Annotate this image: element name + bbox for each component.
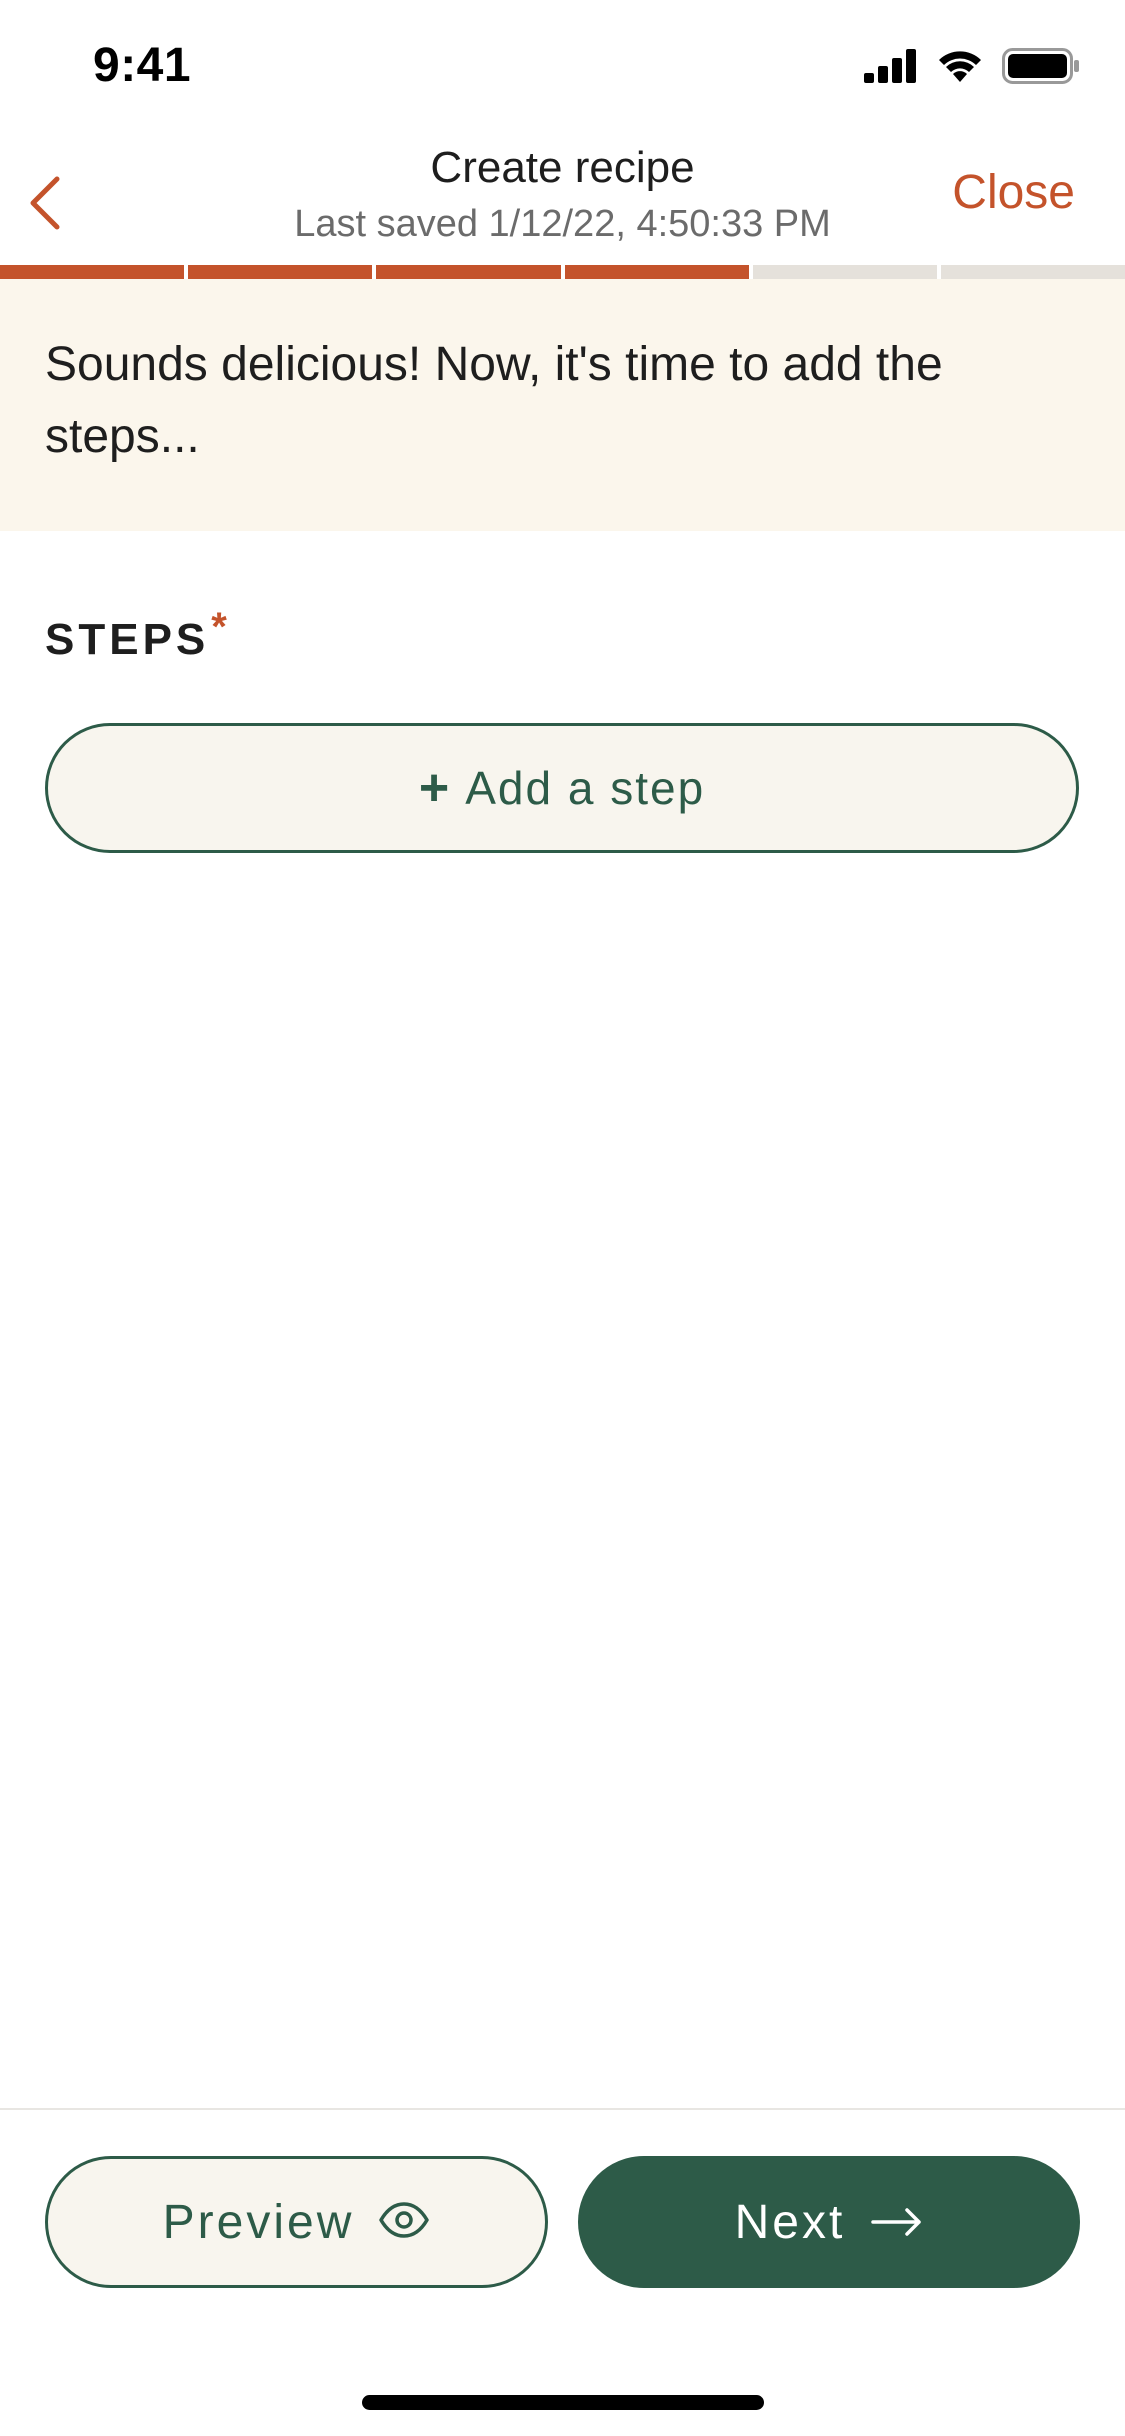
- progress-segment: [940, 265, 1125, 279]
- info-banner: Sounds delicious! Now, it's time to add …: [0, 279, 1125, 531]
- close-button[interactable]: Close: [952, 165, 1075, 220]
- progress-segment: [376, 265, 561, 279]
- wifi-icon: [936, 48, 984, 89]
- steps-label-text: STEPS: [45, 615, 210, 664]
- arrow-right-icon: [871, 2195, 923, 2250]
- eye-icon: [378, 2195, 430, 2250]
- progress-segment: [0, 265, 185, 279]
- next-label: Next: [734, 2195, 846, 2249]
- plus-icon: +: [418, 759, 452, 817]
- progress-bar: [0, 265, 1125, 279]
- steps-section-label: STEPS*: [45, 605, 231, 665]
- add-step-label: Add a step: [465, 762, 706, 814]
- preview-label: Preview: [162, 2195, 355, 2249]
- footer-divider: [0, 2108, 1125, 2110]
- progress-segment: [752, 265, 937, 279]
- preview-button[interactable]: Preview: [45, 2156, 548, 2288]
- status-time: 9:41: [93, 39, 192, 92]
- status-bar: 9:41: [0, 0, 1125, 135]
- status-icons: [864, 48, 1080, 89]
- progress-segment: [564, 265, 749, 279]
- cellular-signal-icon: [864, 49, 918, 88]
- progress-segment: [188, 265, 373, 279]
- required-marker: *: [211, 605, 231, 649]
- recipe-steps-screen: 9:41 Create recipe Last saved 1/12/22, 4…: [0, 0, 1125, 2436]
- home-indicator: [362, 2395, 764, 2410]
- next-button[interactable]: Next: [578, 2156, 1080, 2288]
- add-step-button[interactable]: + Add a step: [45, 723, 1079, 853]
- nav-header: Create recipe Last saved 1/12/22, 4:50:3…: [0, 135, 1125, 265]
- banner-text: Sounds delicious! Now, it's time to add …: [45, 338, 943, 463]
- battery-icon: [1002, 48, 1080, 89]
